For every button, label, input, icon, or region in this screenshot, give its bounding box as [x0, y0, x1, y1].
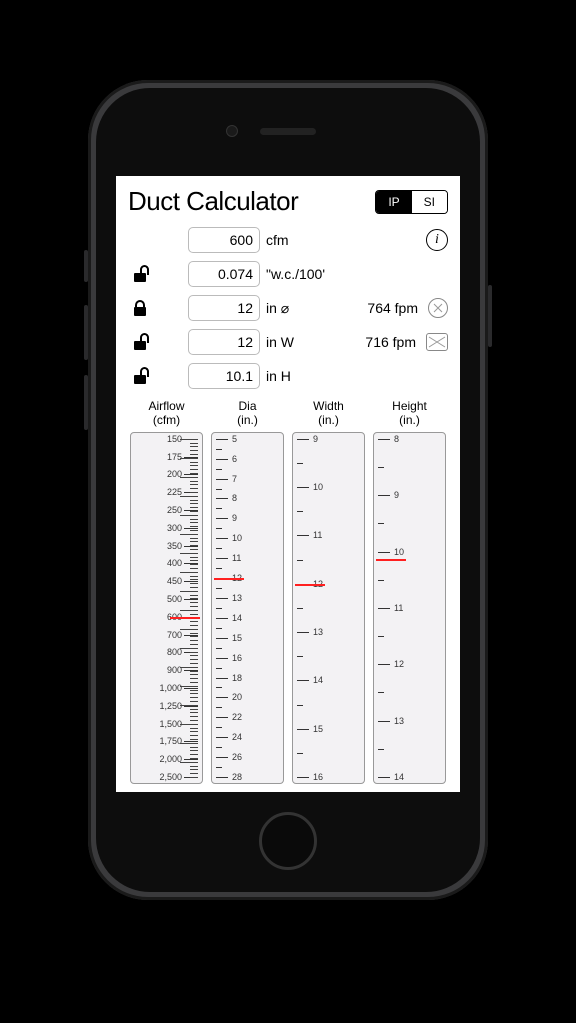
phone-power-button [488, 285, 492, 347]
scale-header-height: Height(in.) [373, 399, 446, 428]
height-scale[interactable]: 891011121314 [373, 432, 446, 784]
scale-header-airflow: Airflow(cfm) [130, 399, 203, 428]
friction-unit: "w.c./100' [266, 266, 336, 282]
rect-duct-icon [426, 333, 448, 351]
height-field[interactable]: 10.1 [188, 363, 260, 389]
diameter-unit: in ⌀ [266, 300, 336, 317]
phone-speaker [260, 128, 316, 135]
scales-header: Airflow(cfm) Dia(in.) Width(in.) Height(… [128, 399, 448, 428]
lock-open-icon[interactable] [132, 334, 148, 350]
page-title: Duct Calculator [128, 186, 298, 217]
height-unit: in H [266, 368, 336, 384]
lock-closed-icon[interactable] [132, 300, 148, 316]
diameter-scale[interactable]: 5678910111213141516182022242628 [211, 432, 284, 784]
width-field[interactable]: 12 [188, 329, 260, 355]
units-si[interactable]: SI [412, 191, 447, 213]
units-toggle[interactable]: IP SI [375, 190, 448, 214]
diameter-field[interactable]: 12 [188, 295, 260, 321]
app-screen: Duct Calculator IP SI 600 cfm i [116, 176, 460, 792]
lock-open-icon[interactable] [132, 266, 148, 282]
home-button[interactable] [259, 812, 317, 870]
phone-camera [226, 125, 238, 137]
phone-mute-switch [84, 250, 88, 282]
airflow-unit: cfm [266, 232, 336, 248]
scale-header-dia: Dia(in.) [211, 399, 284, 428]
lock-open-icon[interactable] [132, 368, 148, 384]
width-unit: in W [266, 334, 336, 350]
velocity-rect: 716 fpm [365, 334, 416, 350]
airflow-field[interactable]: 600 [188, 227, 260, 253]
width-scale[interactable]: 910111213141516 [292, 432, 365, 784]
scale-header-width: Width(in.) [292, 399, 365, 428]
friction-field[interactable]: 0.074 [188, 261, 260, 287]
round-duct-icon [428, 298, 448, 318]
airflow-scale[interactable]: 1501752002252503003504004505006007008009… [130, 432, 203, 784]
phone-frame: Duct Calculator IP SI 600 cfm i [88, 80, 488, 900]
phone-volume-up [84, 305, 88, 360]
velocity-round: 764 fpm [367, 300, 418, 316]
units-ip[interactable]: IP [376, 191, 411, 213]
info-button[interactable]: i [426, 229, 448, 251]
phone-volume-down [84, 375, 88, 430]
